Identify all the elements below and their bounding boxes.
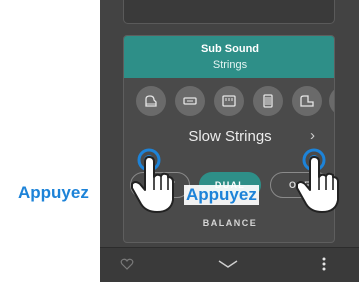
sub-sound-header[interactable]: Sub Sound Strings <box>124 36 334 78</box>
organ-icon <box>222 95 236 107</box>
harpsichord-icon <box>263 94 273 108</box>
tutorial-figure: Sub Sound Strings Slow Strings › BALANCE… <box>0 0 359 282</box>
previous-panel <box>123 0 335 24</box>
category-button-grand-piano[interactable] <box>136 86 166 116</box>
electric-piano-icon <box>183 97 197 105</box>
more-vertical-icon[interactable] <box>321 256 327 272</box>
balance-label: BALANCE <box>202 218 258 228</box>
sub-sound-category: Strings <box>212 59 248 71</box>
grand-piano-icon <box>145 95 157 107</box>
tone-name[interactable]: Slow Strings <box>124 128 334 145</box>
heart-icon[interactable] <box>120 257 134 271</box>
app-screen: Sub Sound Strings Slow Strings › BALANCE <box>100 0 359 282</box>
category-button-more[interactable] <box>329 86 334 116</box>
category-button-electric-piano[interactable] <box>175 86 205 116</box>
tap-instruction-right: Appuyez <box>184 185 259 205</box>
tap-hand-icon <box>131 148 174 213</box>
chevron-right-icon[interactable]: › <box>310 127 315 144</box>
sub-sound-title: Sub Sound <box>200 43 260 55</box>
tap-instruction-left: Appuyez <box>16 183 91 203</box>
category-button-harpsichord[interactable] <box>253 86 283 116</box>
chevron-down-icon[interactable] <box>217 258 239 270</box>
bottom-bar <box>100 247 359 282</box>
category-button-organ[interactable] <box>214 86 244 116</box>
tap-hand-icon <box>296 148 339 213</box>
category-button-upright-piano[interactable] <box>292 86 322 116</box>
upright-piano-icon <box>300 95 314 107</box>
